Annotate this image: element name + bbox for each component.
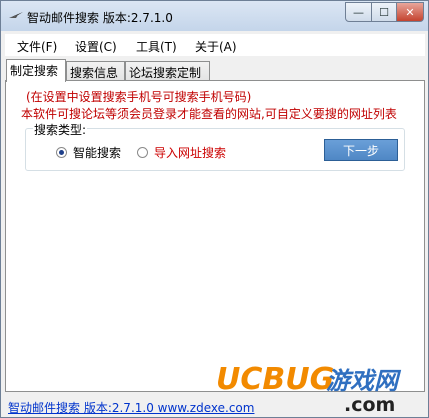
menu-file[interactable]: 文件(F) — [17, 38, 57, 55]
app-window: 智动邮件搜索 版本:2.7.1.0 — ☐ ✕ 文件(F) 设置(C) 工具(T… — [0, 0, 429, 418]
minimize-button[interactable]: — — [345, 2, 372, 22]
app-icon — [9, 12, 23, 18]
status-website-link[interactable]: 智动邮件搜索 版本:2.7.1.0 www.zdexe.com — [8, 399, 254, 416]
title-bar[interactable]: 智动邮件搜索 版本:2.7.1.0 — ☐ ✕ — [1, 1, 428, 31]
close-button[interactable]: ✕ — [396, 2, 424, 22]
menu-about[interactable]: 关于(A) — [195, 38, 237, 55]
status-bar: 智动邮件搜索 版本:2.7.1.0 www.zdexe.com — [5, 397, 425, 415]
tab-search-info[interactable]: 搜索信息 — [66, 61, 125, 81]
custom-search-panel: (在设置中设置搜索手机号可搜索手机号码) 本软件可搜论坛等须会员登录才能查看的网… — [5, 80, 425, 392]
tab-forum-search-custom[interactable]: 论坛搜索定制 — [125, 61, 210, 81]
close-icon: ✕ — [405, 5, 415, 19]
import-url-search-label: 导入网址搜索 — [154, 146, 227, 160]
smart-search-label: 智能搜索 — [73, 146, 122, 160]
maximize-icon: ☐ — [379, 5, 389, 19]
radio-unchecked-icon — [137, 147, 148, 158]
next-step-button[interactable]: 下一步 — [324, 139, 398, 161]
watermark-suffix: 游戏网 — [326, 367, 402, 395]
search-type-label: 搜索类型: — [33, 121, 88, 138]
smart-search-radio[interactable]: 智能搜索 — [56, 144, 121, 161]
tab-custom-search[interactable]: 制定搜索 — [6, 59, 66, 82]
search-type-group: 搜索类型: 智能搜索 导入网址搜索 下一步 — [25, 121, 405, 171]
software-description: 本软件可搜论坛等须会员登录才能查看的网站,可自定义要搜的网址列表 — [21, 107, 397, 121]
radio-checked-icon — [56, 147, 67, 158]
minimize-icon: — — [353, 5, 364, 19]
watermark-brand: UCBUG — [216, 362, 334, 397]
menu-settings[interactable]: 设置(C) — [75, 38, 117, 55]
window-title: 智动邮件搜索 版本:2.7.1.0 — [27, 11, 173, 25]
import-url-search-radio[interactable]: 导入网址搜索 — [137, 144, 226, 161]
phone-search-hint: (在设置中设置搜索手机号可搜索手机号码) — [26, 90, 252, 104]
maximize-button[interactable]: ☐ — [371, 2, 397, 22]
tab-strip: 制定搜索 搜索信息 论坛搜索定制 — [5, 59, 425, 82]
menu-tools[interactable]: 工具(T) — [136, 38, 177, 55]
menu-bar: 文件(F) 设置(C) 工具(T) 关于(A) — [5, 34, 425, 56]
